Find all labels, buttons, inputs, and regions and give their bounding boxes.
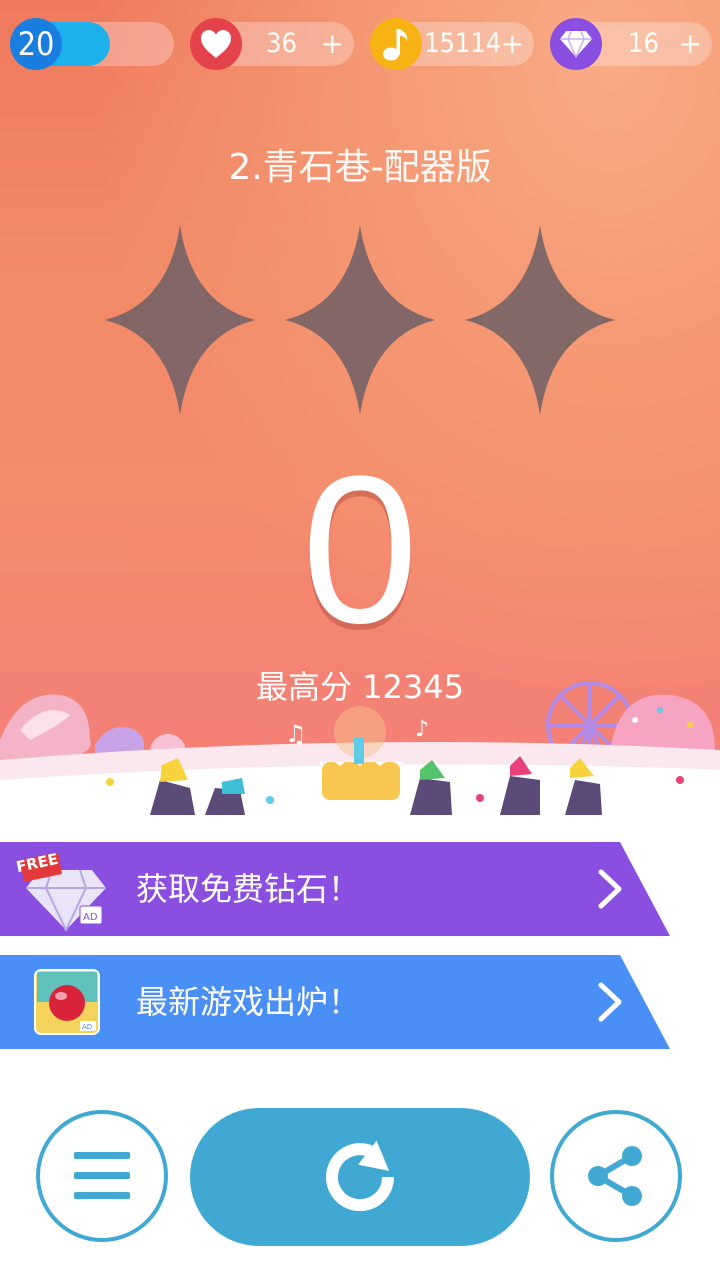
- add-notes-button[interactable]: +: [501, 22, 524, 66]
- level-badge: 20: [10, 18, 62, 70]
- free-diamonds-banner[interactable]: AD FREE 获取免费钻石！: [0, 842, 670, 936]
- game-result-panel: 20 36 + 15114 + 16 + 2.青石巷-配器版 0 最高分 123…: [0, 0, 720, 815]
- star-rating: [105, 225, 615, 415]
- menu-button[interactable]: [36, 1110, 168, 1242]
- status-bar: 20 36 + 15114 + 16 +: [0, 0, 720, 90]
- free-diamonds-label: 获取免费钻石！: [136, 870, 361, 908]
- chevron-right-icon: [598, 982, 622, 1022]
- star-2-empty-icon: [285, 225, 435, 415]
- notes-counter[interactable]: 15114 +: [370, 18, 534, 70]
- diamonds-value: 16: [628, 28, 659, 59]
- ball-game-ad-icon: AD: [34, 969, 100, 1039]
- hearts-value: 36: [266, 28, 297, 59]
- candy-scenery-decoration: ♫ ♪: [0, 681, 720, 815]
- replay-button[interactable]: [190, 1108, 530, 1246]
- star-3-empty-icon: [465, 225, 615, 415]
- diamond-icon: [550, 18, 602, 70]
- replay-icon: [326, 1140, 395, 1212]
- diamonds-counter[interactable]: 16 +: [550, 18, 712, 70]
- hearts-counter[interactable]: 36 +: [190, 18, 354, 70]
- menu-icon: [74, 1152, 130, 1199]
- diamond-ad-icon: AD FREE: [15, 850, 112, 936]
- level-value: 20: [17, 25, 55, 63]
- svg-text:AD: AD: [83, 912, 98, 923]
- score-value: 0: [301, 432, 419, 667]
- music-note-icon: [370, 18, 422, 70]
- new-game-banner[interactable]: AD 最新游戏出炉！: [0, 955, 670, 1049]
- svg-text:AD: AD: [82, 1023, 92, 1031]
- svg-text:♪: ♪: [415, 717, 429, 742]
- share-icon: [588, 1146, 642, 1206]
- level-progress: 20: [10, 18, 174, 70]
- new-game-label: 最新游戏出炉！: [136, 983, 361, 1021]
- add-hearts-button[interactable]: +: [321, 22, 344, 66]
- song-title: 2.青石巷-配器版: [228, 147, 492, 188]
- notes-value: 15114: [424, 28, 502, 59]
- share-button[interactable]: [550, 1110, 682, 1242]
- add-diamonds-button[interactable]: +: [679, 22, 702, 66]
- heart-icon: [190, 18, 242, 70]
- chevron-right-icon: [598, 869, 622, 909]
- svg-text:♫: ♫: [285, 720, 307, 748]
- star-1-empty-icon: [105, 225, 255, 415]
